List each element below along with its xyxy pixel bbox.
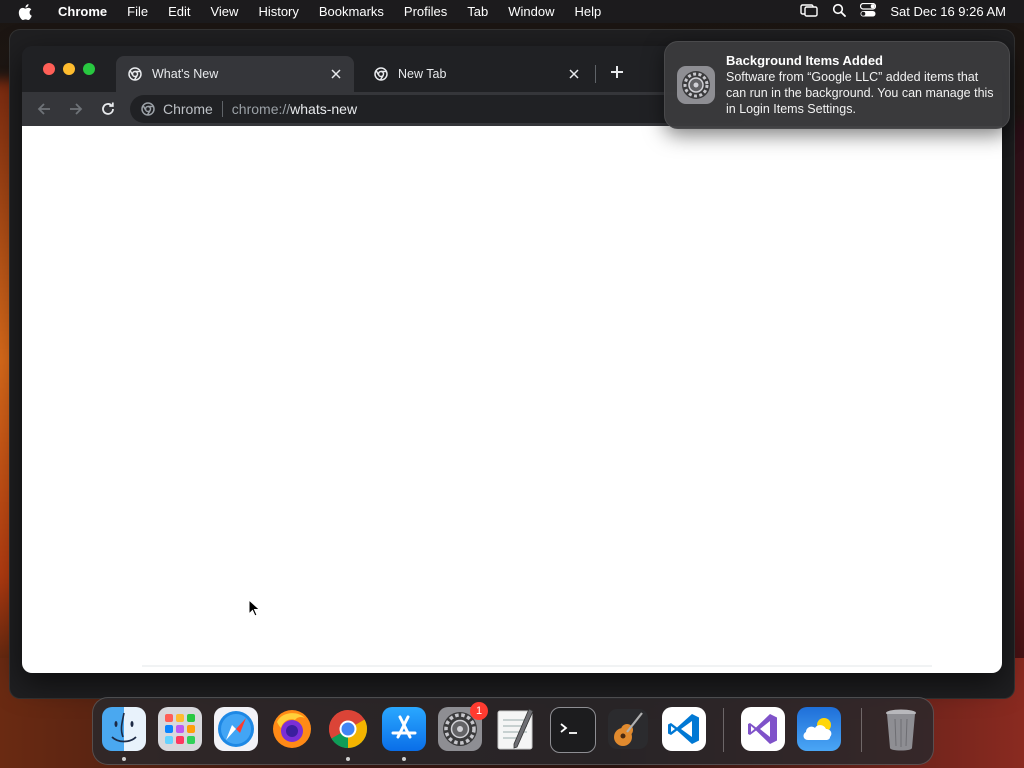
dock-garageband[interactable] xyxy=(606,707,650,751)
mouse-cursor-icon xyxy=(248,598,262,619)
menu-edit[interactable]: Edit xyxy=(158,0,200,23)
running-indicator-chrome xyxy=(346,757,350,761)
running-indicator-finder xyxy=(122,757,126,761)
window-minimize-button[interactable] xyxy=(63,63,75,75)
url-scheme: chrome:// xyxy=(231,101,291,117)
menu-bar-clock[interactable]: Sat Dec 16 9:26 AM xyxy=(890,4,1006,19)
url-path: whats-new xyxy=(290,101,358,117)
menu-app-name[interactable]: Chrome xyxy=(52,0,117,23)
dock-textedit[interactable] xyxy=(494,707,538,751)
address-bar[interactable]: Chrome chrome:// whats-new xyxy=(130,95,750,123)
dock-weather[interactable] xyxy=(797,707,841,751)
menu-tab[interactable]: Tab xyxy=(457,0,498,23)
tab-new-tab[interactable]: New Tab xyxy=(362,56,592,92)
screen-mirroring-icon[interactable] xyxy=(800,3,819,20)
dock-separator xyxy=(861,708,862,752)
menu-bar: Chrome File Edit View History Bookmarks … xyxy=(0,0,1024,23)
trash-can-icon xyxy=(886,709,916,751)
back-arrow-icon[interactable] xyxy=(34,99,54,119)
app-store-icon xyxy=(391,715,417,739)
dock: 1 xyxy=(92,697,934,765)
dock-system-settings[interactable]: 1 xyxy=(438,702,488,751)
chrome-window: What's New New Tab Chrome chrome:// what… xyxy=(22,46,1002,673)
tab-title: New Tab xyxy=(398,67,447,81)
tab-title: What's New xyxy=(152,67,219,81)
omnibox-divider xyxy=(221,101,223,117)
site-chip[interactable]: Chrome xyxy=(163,101,213,117)
page-content[interactable] xyxy=(22,126,1002,673)
tab-whats-new[interactable]: What's New xyxy=(116,56,354,92)
dock-terminal[interactable] xyxy=(550,707,596,753)
system-settings-gear-icon xyxy=(677,66,715,104)
visual-studio-icon xyxy=(748,714,777,744)
chrome-page-icon xyxy=(141,102,155,116)
tab-separator xyxy=(595,65,596,83)
safari-compass-icon xyxy=(218,711,254,747)
finder-face-icon xyxy=(111,712,137,743)
menu-profiles[interactable]: Profiles xyxy=(394,0,457,23)
dock-finder[interactable] xyxy=(102,707,146,751)
dock-safari[interactable] xyxy=(214,707,258,751)
dock-trash[interactable] xyxy=(879,707,923,751)
chrome-logo-icon xyxy=(328,710,368,749)
chrome-favicon-icon xyxy=(128,67,142,81)
running-indicator-app-store xyxy=(402,757,406,761)
page-bottom-line xyxy=(142,665,932,667)
spotlight-search-icon[interactable] xyxy=(832,3,847,20)
launchpad-grid-icon xyxy=(165,714,195,744)
textedit-pen-icon xyxy=(497,708,534,750)
dock-app-store[interactable] xyxy=(382,707,426,751)
window-close-button[interactable] xyxy=(43,63,55,75)
dock-visual-studio-code[interactable] xyxy=(662,707,706,751)
menu-view[interactable]: View xyxy=(200,0,248,23)
dock-firefox[interactable] xyxy=(270,707,314,751)
dock-separator xyxy=(723,708,724,752)
tab-close-icon[interactable] xyxy=(328,66,344,82)
tab-close-icon[interactable] xyxy=(566,66,582,82)
vscode-icon xyxy=(668,714,699,744)
menu-file[interactable]: File xyxy=(117,0,158,23)
control-center-icon[interactable] xyxy=(860,2,877,20)
menu-bar-status-area: Sat Dec 16 9:26 AM xyxy=(800,2,1024,20)
notification-title: Background Items Added xyxy=(726,53,883,68)
notification-badge: 1 xyxy=(470,702,488,720)
terminal-prompt-icon xyxy=(560,723,577,734)
notification-banner[interactable]: Background Items Added Software from “Go… xyxy=(664,41,1010,129)
dock-google-chrome[interactable] xyxy=(326,707,370,751)
menu-history[interactable]: History xyxy=(248,0,308,23)
apple-menu-icon[interactable] xyxy=(18,3,34,20)
garageband-guitar-icon xyxy=(608,709,648,749)
firefox-icon xyxy=(273,710,311,748)
reload-icon[interactable] xyxy=(98,99,118,119)
chrome-favicon-icon xyxy=(374,67,388,81)
menu-window[interactable]: Window xyxy=(498,0,564,23)
weather-cloud-sun-icon xyxy=(803,718,832,740)
new-tab-plus-icon[interactable] xyxy=(606,61,628,83)
notification-body: Software from “Google LLC” added items t… xyxy=(726,70,994,116)
forward-arrow-icon[interactable] xyxy=(66,99,86,119)
dock-visual-studio[interactable] xyxy=(741,707,785,751)
dock-launchpad[interactable] xyxy=(158,707,202,751)
menu-bookmarks[interactable]: Bookmarks xyxy=(309,0,394,23)
menu-help[interactable]: Help xyxy=(565,0,612,23)
window-zoom-button[interactable] xyxy=(83,63,95,75)
